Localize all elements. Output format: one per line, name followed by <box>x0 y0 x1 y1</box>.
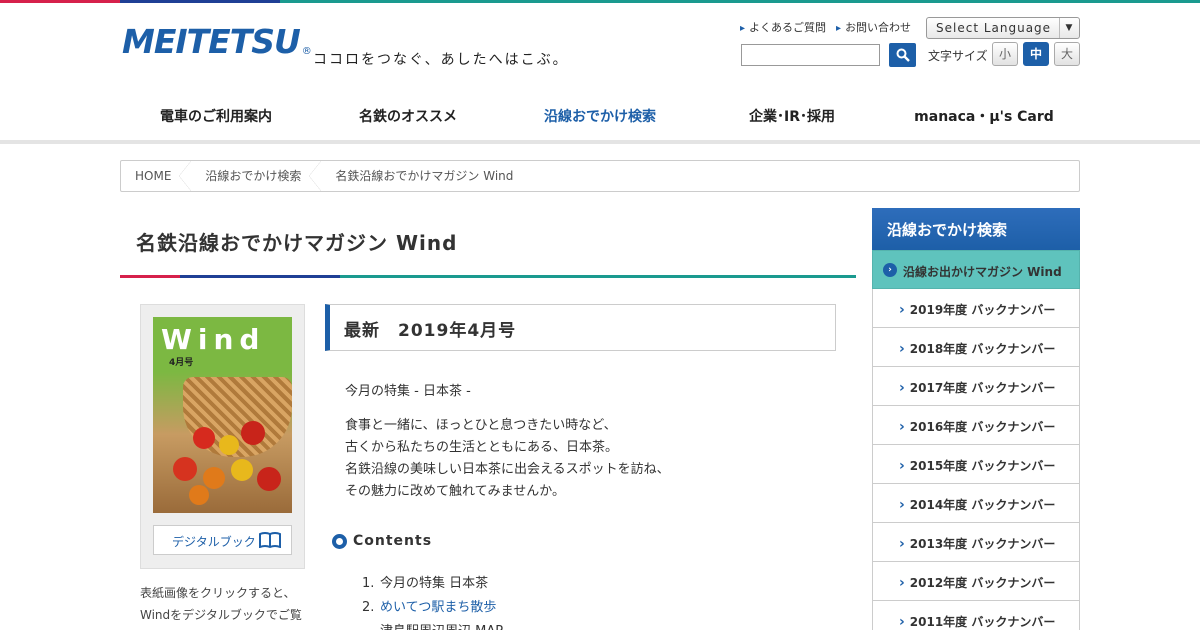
bullet-circle-icon <box>332 533 347 549</box>
nav-item-train-guide[interactable]: 電車のご利用案内 <box>120 88 312 144</box>
sidebar-item-2014[interactable]: 2014年度 バックナンバー <box>872 484 1080 523</box>
tomato-illustration <box>257 467 281 491</box>
title-underline <box>120 275 856 278</box>
tomato-illustration <box>231 459 253 481</box>
meitetsu-logo[interactable]: MEITETSU ® <box>122 22 312 61</box>
breadcrumb-outing-search[interactable]: 沿線おでかけ検索 <box>185 161 322 191</box>
sidebar-item-2011[interactable]: 2011年度 バックナンバー <box>872 601 1080 630</box>
language-select-label: Select Language <box>936 21 1052 35</box>
sidebar-item-2019[interactable]: 2019年度 バックナンバー <box>872 289 1080 328</box>
cover-panel: Wind 4月号 デジタルブック <box>140 304 305 569</box>
digital-book-label: デジタルブック <box>172 535 256 549</box>
font-size-medium-button[interactable]: 中 <box>1023 42 1049 66</box>
digital-book-button[interactable]: デジタルブック <box>153 525 292 555</box>
tomato-illustration <box>241 421 265 445</box>
faq-link[interactable]: よくあるご質問 <box>740 19 826 35</box>
list-item-number: 1. <box>362 576 375 591</box>
chevron-right-icon: › <box>883 263 897 277</box>
sidebar-item-2012[interactable]: 2012年度 バックナンバー <box>872 562 1080 601</box>
sidebar-item-label: 沿線お出かけマガジン Wind <box>903 265 1062 279</box>
language-select[interactable]: Select Language ▼ <box>926 17 1080 39</box>
tagline: ココロをつなぐ、あしたへはこぶ。 <box>313 52 569 68</box>
feature-description: 食事と一緒に、ほっとひと息つきたい時など、 古くから私たちの生活とともにある、日… <box>345 415 670 503</box>
nav-item-manaca[interactable]: manaca・μ's Card <box>888 88 1080 144</box>
list-item-label: 今月の特集 日本茶 <box>380 576 489 591</box>
list-item-number: 2. <box>362 600 375 615</box>
description-line: 名鉄沿線の美味しい日本茶に出会えるスポットを訪ね、 <box>345 462 670 477</box>
sidebar-item-2013[interactable]: 2013年度 バックナンバー <box>872 523 1080 562</box>
cover-note: 表紙画像をクリックすると、Windをデジタルブックでご覧いただけます。 <box>140 586 302 622</box>
contact-link[interactable]: お問い合わせ <box>836 19 911 35</box>
magazine-cover-image[interactable]: Wind 4月号 <box>153 317 292 513</box>
nav-item-recommend[interactable]: 名鉄のオススメ <box>312 88 504 144</box>
description-line: 古くから私たちの生活とともにある、日本茶。 <box>345 440 619 455</box>
page-title: 名鉄沿線おでかけマガジン Wind <box>136 231 458 255</box>
breadcrumb: HOME 沿線おでかけ検索 名鉄沿線おでかけマガジン Wind <box>120 160 1080 192</box>
nav-divider <box>0 140 1200 144</box>
book-icon <box>259 532 281 548</box>
feature-title: 今月の特集 - 日本茶 - <box>345 384 471 399</box>
search-icon <box>896 48 910 62</box>
list-item: 1. 今月の特集 日本茶 <box>362 572 503 596</box>
contents-list: 1. 今月の特集 日本茶 2. めいてつ駅まち散歩 津島駅周辺周辺 MAP <box>362 572 503 630</box>
utility-links: よくあるご質問 お問い合わせ <box>740 19 911 35</box>
sidebar-item-2017[interactable]: 2017年度 バックナンバー <box>872 367 1080 406</box>
sidebar-item-2016[interactable]: 2016年度 バックナンバー <box>872 406 1080 445</box>
sidebar: 沿線おでかけ検索 › 沿線お出かけマガジン Wind 2019年度 バックナンバ… <box>872 208 1080 630</box>
search-input[interactable] <box>741 44 880 66</box>
sidebar-item-2018[interactable]: 2018年度 バックナンバー <box>872 328 1080 367</box>
search-button[interactable] <box>889 43 916 67</box>
nav-item-outing-search[interactable]: 沿線おでかけ検索 <box>504 88 696 144</box>
font-size-label: 文字サイズ <box>928 49 988 63</box>
tomato-illustration <box>203 467 225 489</box>
list-item-sub: 津島駅周辺周辺 MAP <box>362 620 503 630</box>
sidebar-item-2015[interactable]: 2015年度 バックナンバー <box>872 445 1080 484</box>
latest-issue-heading: 最新 2019年4月号 <box>325 304 836 351</box>
sidebar-item-current[interactable]: › 沿線お出かけマガジン Wind <box>872 250 1080 289</box>
top-color-stripe <box>0 0 1200 3</box>
font-size-large-button[interactable]: 大 <box>1054 42 1080 66</box>
tomato-illustration <box>219 435 239 455</box>
tomato-illustration <box>193 427 215 449</box>
chevron-down-icon: ▼ <box>1059 18 1079 38</box>
sidebar-heading[interactable]: 沿線おでかけ検索 <box>872 208 1080 250</box>
cover-issue: 4月号 <box>169 358 194 368</box>
nav-item-corporate[interactable]: 企業･IR･採用 <box>696 88 888 144</box>
logo-text: MEITETSU <box>122 22 301 61</box>
breadcrumb-current: 名鉄沿線おでかけマガジン Wind <box>335 169 514 183</box>
tomato-illustration <box>173 457 197 481</box>
logo-registered-mark: ® <box>301 46 312 57</box>
breadcrumb-home[interactable]: HOME <box>121 161 192 191</box>
contents-heading: Contents <box>332 533 432 549</box>
global-nav: 電車のご利用案内 名鉄のオススメ 沿線おでかけ検索 企業･IR･採用 manac… <box>120 88 1080 144</box>
font-size-small-button[interactable]: 小 <box>992 42 1018 66</box>
station-walk-link[interactable]: めいてつ駅まち散歩 <box>380 600 496 615</box>
description-line: その魅力に改めて触れてみませんか。 <box>345 484 565 499</box>
contents-heading-label: Contents <box>353 533 433 549</box>
tomato-illustration <box>189 485 209 505</box>
description-line: 食事と一緒に、ほっとひと息つきたい時など、 <box>345 418 617 433</box>
cover-title: Wind <box>161 323 266 356</box>
list-item: 2. めいてつ駅まち散歩 <box>362 596 503 620</box>
